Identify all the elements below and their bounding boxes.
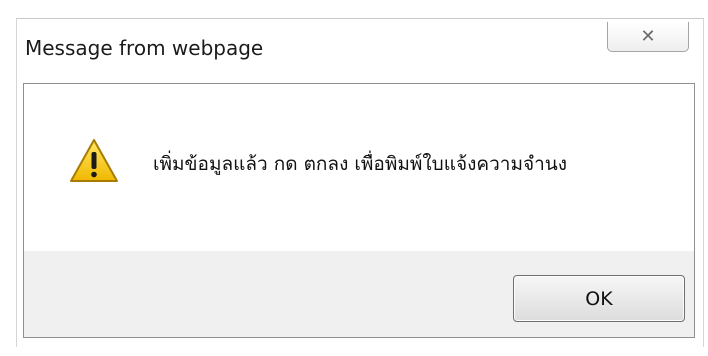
message-dialog: Message from webpage ✕ เพิ่มข้อมูลแล้ว ก… — [16, 18, 704, 347]
close-icon: ✕ — [640, 25, 656, 47]
ok-button[interactable]: OK — [513, 275, 685, 322]
dialog-content: เพิ่มข้อมูลแล้ว กด ตกลง เพื่อพิมพ์ใบแจ้ง… — [23, 83, 695, 338]
close-button[interactable]: ✕ — [607, 22, 689, 52]
warning-icon — [70, 139, 118, 182]
message-area: เพิ่มข้อมูลแล้ว กด ตกลง เพื่อพิมพ์ใบแจ้ง… — [24, 84, 694, 251]
dialog-footer: OK — [24, 251, 694, 337]
dialog-title: Message from webpage — [25, 36, 264, 60]
message-text: เพิ่มข้อมูลแล้ว กด ตกลง เพื่อพิมพ์ใบแจ้ง… — [153, 153, 568, 175]
